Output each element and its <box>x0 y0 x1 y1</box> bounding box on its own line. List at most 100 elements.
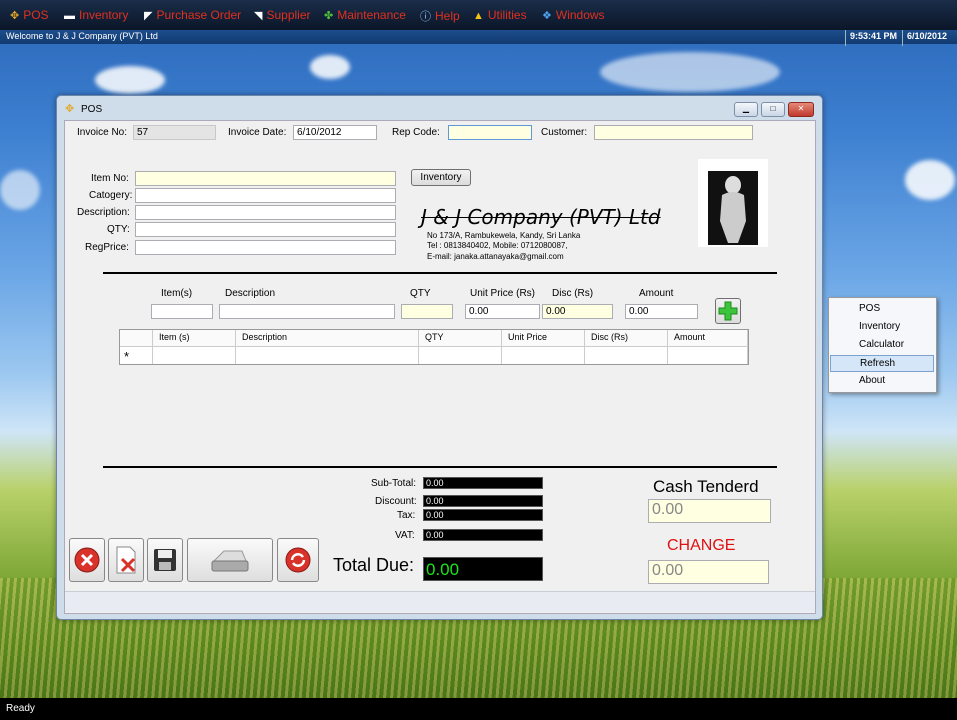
company-name: J & J Company (PVT) Ltd <box>421 205 661 229</box>
menu-windows[interactable]: ❖ Windows <box>542 8 605 22</box>
context-menu-about[interactable]: About <box>830 373 934 390</box>
refresh-button[interactable] <box>277 538 319 582</box>
maintenance-icon: ✤ <box>324 10 334 22</box>
clock-date: 6/10/2012 <box>901 30 951 46</box>
entry-description-field[interactable] <box>219 304 395 319</box>
company-phone: Tel : 0813840402, Mobile: 0712080087, <box>427 241 568 250</box>
grid-header-qty[interactable]: QTY <box>419 330 502 347</box>
total-due-value: 0.00 <box>423 557 543 581</box>
entry-amount-field[interactable]: 0.00 <box>625 304 698 319</box>
grid-header-disc[interactable]: Disc (Rs) <box>585 330 668 347</box>
cancel-button[interactable] <box>69 538 105 582</box>
entry-item-field[interactable] <box>151 304 213 319</box>
grid-header-items[interactable]: Item (s) <box>153 330 236 347</box>
menu-maintenance[interactable]: ✤ Maintenance <box>324 8 406 22</box>
context-menu-refresh[interactable]: Refresh <box>830 355 934 372</box>
entry-unit-price-label: Unit Price (Rs) <box>470 288 536 299</box>
grid-cell[interactable] <box>668 347 748 364</box>
window-titlebar[interactable]: ✥ POS ▁ □ ✕ <box>57 96 822 120</box>
inventory-button[interactable]: Inventory <box>411 169 471 186</box>
grid-cell[interactable] <box>419 347 502 364</box>
discount-label: Discount: <box>375 496 417 507</box>
company-email: E-mail: janaka.attanayaka@gmail.com <box>427 252 564 261</box>
company-logo-image <box>698 159 768 247</box>
invoice-date-field[interactable]: 6/10/2012 <box>293 125 377 140</box>
menu-supplier[interactable]: ◥ Supplier <box>254 8 311 22</box>
regprice-label: RegPrice: <box>85 242 129 253</box>
divider-bottom <box>103 466 777 468</box>
window-status-strip <box>65 591 815 612</box>
close-window-button[interactable]: ✕ <box>788 102 814 117</box>
category-field[interactable] <box>135 188 396 203</box>
clock-time: 9:53:41 PM <box>844 30 901 46</box>
cloud <box>600 52 780 92</box>
window-title: POS <box>81 104 103 115</box>
grid-cell[interactable] <box>502 347 585 364</box>
item-no-field[interactable] <box>135 171 396 186</box>
entry-disc-field[interactable]: 0.00 <box>542 304 613 319</box>
grid-header-amount[interactable]: Amount <box>668 330 748 347</box>
invoice-no-field[interactable]: 57 <box>133 125 216 140</box>
description-field[interactable] <box>135 205 396 220</box>
main-menu-bar: ✥ POS ▬ Inventory ◤ Purchase Order ◥ Supplie… <box>0 0 957 30</box>
context-menu-inventory[interactable]: Inventory <box>830 319 934 336</box>
menu-help[interactable]: ⓘ Help <box>420 8 460 24</box>
rep-code-field[interactable] <box>448 125 532 140</box>
qty-field[interactable] <box>135 222 396 237</box>
print-button[interactable] <box>187 538 273 582</box>
menu-pos[interactable]: ✥ POS <box>10 8 49 22</box>
entry-description-label: Description <box>225 288 276 299</box>
description-label: Description: <box>77 207 130 218</box>
total-due-label: Total Due: <box>333 555 415 575</box>
entry-qty-field[interactable] <box>401 304 453 319</box>
printer-icon <box>211 550 249 572</box>
welcome-text: Welcome to J & J Company (PVT) Ltd <box>6 31 158 41</box>
grid-cell[interactable] <box>236 347 419 364</box>
purchase-order-icon: ◤ <box>144 10 153 22</box>
vat-value: 0.00 <box>423 529 543 541</box>
add-item-button[interactable] <box>715 298 741 324</box>
discount-value: 0.00 <box>423 495 543 507</box>
company-address: No 173/A, Rambukewela, Kandy, Sri Lanka <box>427 231 581 240</box>
item-no-label: Item No: <box>91 173 129 184</box>
windows-icon: ❖ <box>542 10 552 22</box>
subtotal-label: Sub-Total: <box>371 478 417 489</box>
context-menu: POS Inventory Calculator Refresh About <box>828 297 937 393</box>
delete-document-icon <box>116 546 136 574</box>
grid-cell[interactable] <box>585 347 668 364</box>
context-menu-pos[interactable]: POS <box>830 301 934 318</box>
subtotal-value: 0.00 <box>423 477 543 489</box>
invoice-no-label: Invoice No: <box>77 127 128 138</box>
context-menu-calculator[interactable]: Calculator <box>830 337 934 354</box>
minimize-button[interactable]: ▁ <box>734 102 758 117</box>
cloud <box>905 160 955 200</box>
welcome-bar: Welcome to J & J Company (PVT) Ltd 9:53:… <box>0 30 957 46</box>
cancel-icon <box>74 547 100 573</box>
menu-utilities[interactable]: ▲ Utilities <box>473 8 527 22</box>
app-status-bar: Ready <box>0 698 957 720</box>
save-icon <box>154 549 176 571</box>
save-button[interactable] <box>147 538 183 582</box>
entry-unit-price-field[interactable]: 0.00 <box>465 304 540 319</box>
menu-purchase-order[interactable]: ◤ Purchase Order <box>144 8 241 22</box>
inventory-icon: ▬ <box>64 10 75 22</box>
maximize-button[interactable]: □ <box>761 102 785 117</box>
cash-tendered-field[interactable]: 0.00 <box>648 499 771 523</box>
delete-document-button[interactable] <box>108 538 144 582</box>
items-grid[interactable]: Item (s) Description QTY Unit Price Disc… <box>119 329 749 365</box>
grid-cell[interactable] <box>153 347 236 364</box>
entry-disc-label: Disc (Rs) <box>552 288 594 299</box>
grid-corner <box>120 330 153 347</box>
grid-header-description[interactable]: Description <box>236 330 419 347</box>
regprice-field[interactable] <box>135 240 396 255</box>
menu-inventory[interactable]: ▬ Inventory <box>64 8 128 22</box>
vat-label: VAT: <box>395 530 415 541</box>
utilities-icon: ▲ <box>473 10 484 22</box>
status-text: Ready <box>6 703 35 714</box>
customer-field[interactable] <box>594 125 753 140</box>
rep-code-label: Rep Code: <box>392 127 440 138</box>
tax-label: Tax: <box>397 510 416 521</box>
pos-form: Invoice No: 57 Invoice Date: 6/10/2012 R… <box>64 120 816 614</box>
cloud <box>0 170 40 210</box>
grid-header-unit-price[interactable]: Unit Price <box>502 330 585 347</box>
